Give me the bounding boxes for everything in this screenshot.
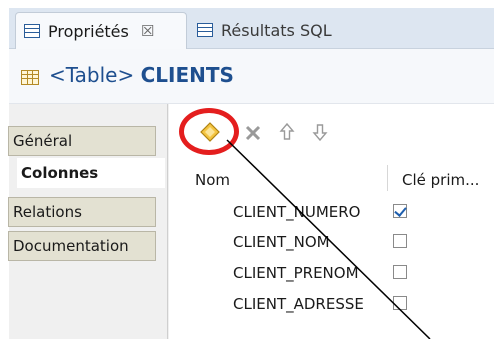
annotation-arrow-line <box>226 139 431 339</box>
